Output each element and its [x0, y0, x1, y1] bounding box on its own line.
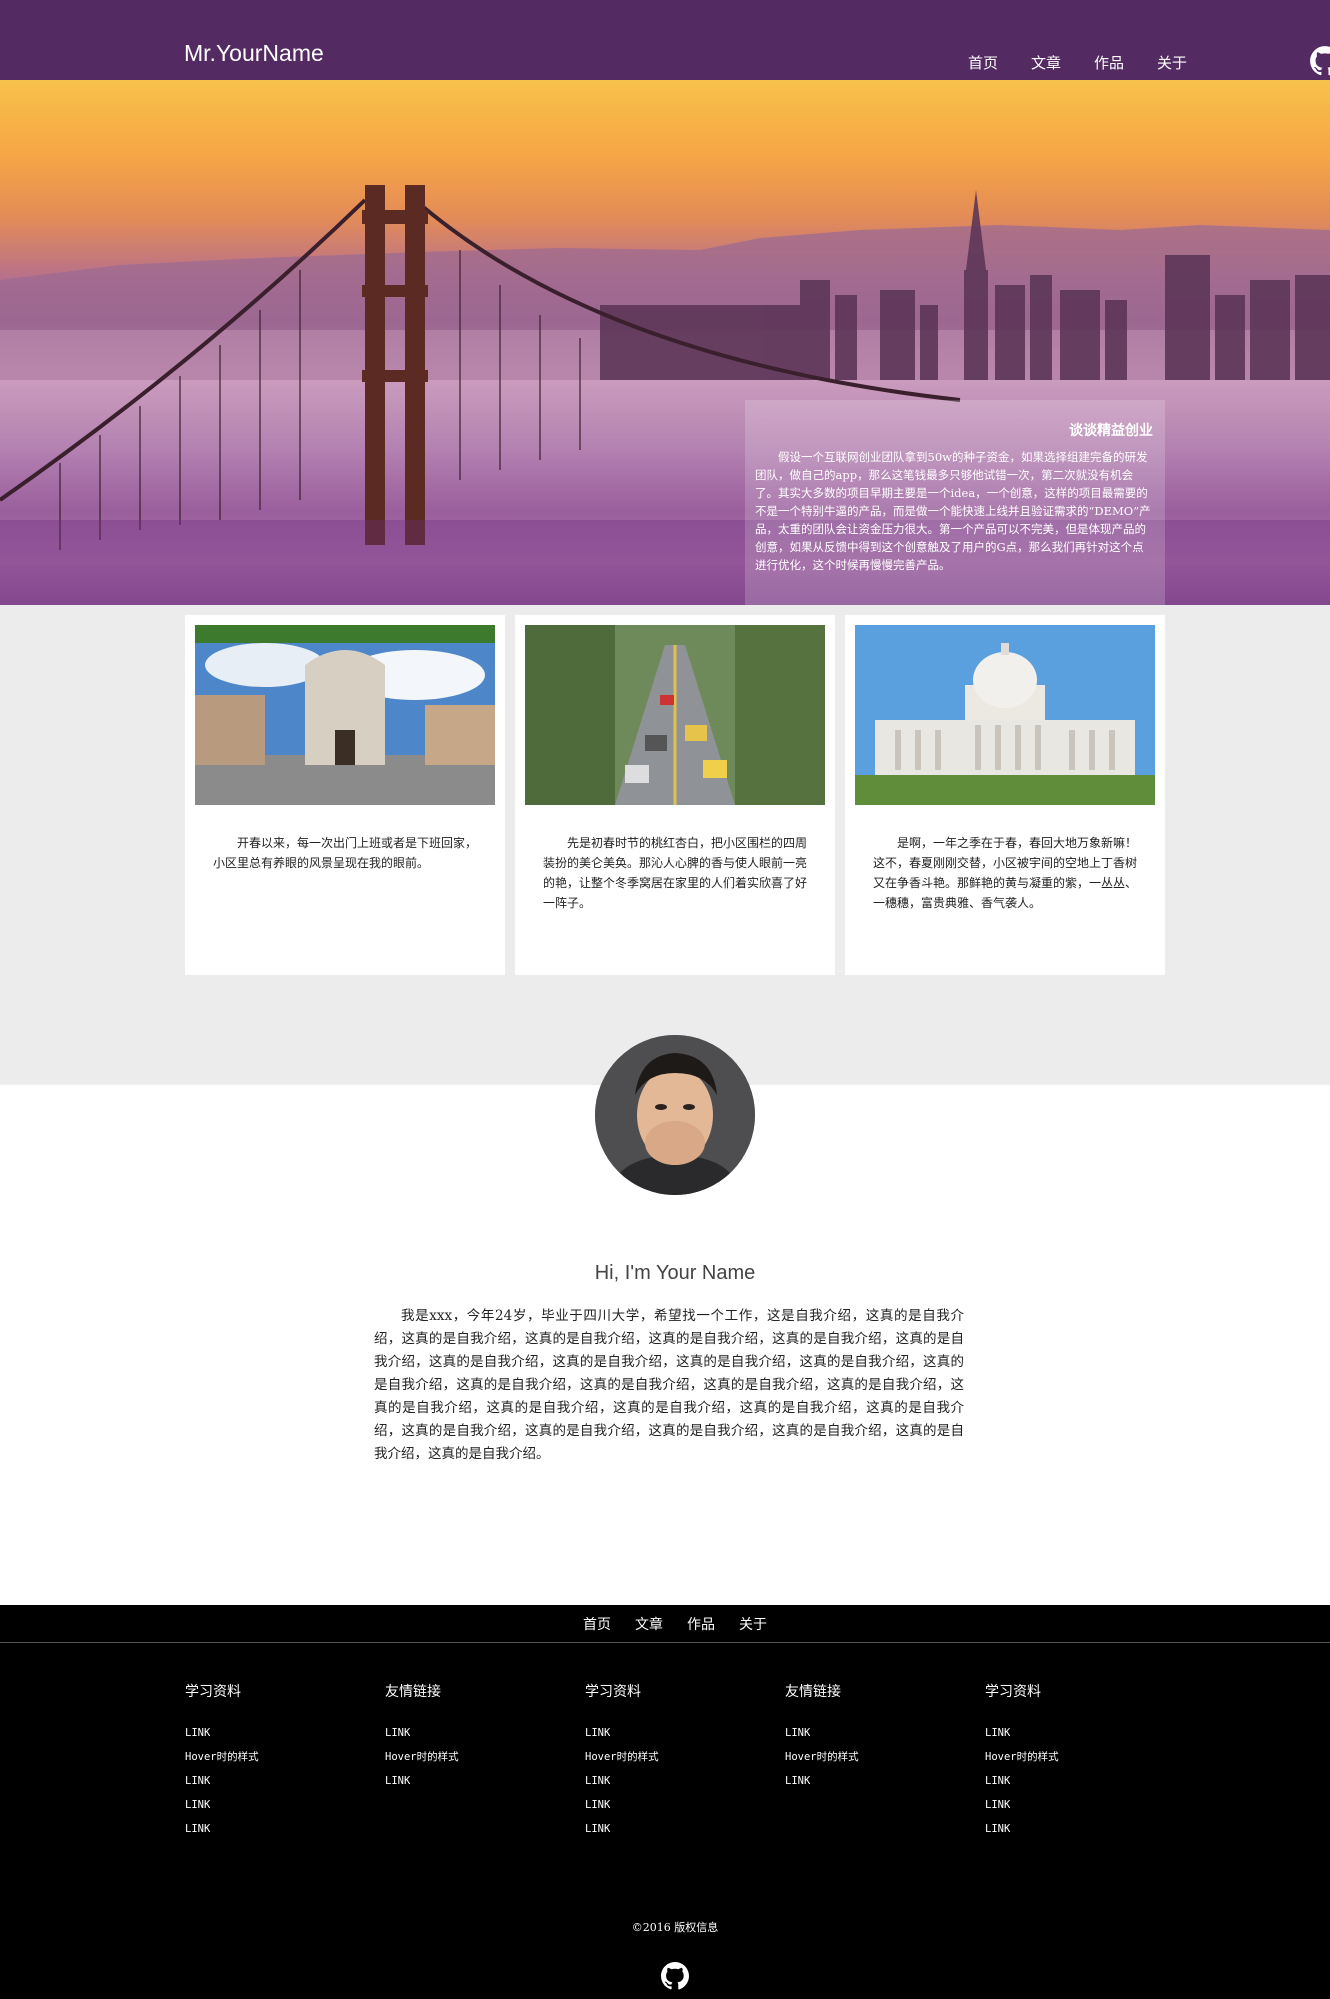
card-image-street — [525, 625, 825, 805]
nav-articles[interactable]: 文章 — [1031, 52, 1061, 73]
footer-link[interactable]: Hover时的样式 — [785, 1745, 935, 1769]
footer-column: 学习资料 LINK Hover时的样式 LINK LINK LINK — [985, 1681, 1135, 1841]
footer-link[interactable]: LINK — [985, 1769, 1135, 1793]
card-image-city-hall — [855, 625, 1155, 805]
footer-column-title: 友情链接 — [785, 1684, 841, 1700]
about-title: Hi, I'm Your Name — [594, 1262, 756, 1284]
feature-card[interactable]: 开春以来，每一次出门上班或者是下班回家，小区里总有养眼的风景呈现在我的眼前。 — [185, 615, 505, 975]
footer-link[interactable]: LINK — [585, 1793, 735, 1817]
footer-link[interactable]: LINK — [785, 1769, 935, 1793]
footer-nav: 首页 文章 作品 关于 — [0, 1605, 1330, 1643]
hero-card-text: 假设一个互联网创业团队拿到50w的种子资金，如果选择组建完备的研发团队，做自己的… — [755, 450, 1151, 572]
footer-link[interactable]: LINK — [585, 1817, 735, 1841]
footer-column: 学习资料 LINK Hover时的样式 LINK LINK LINK — [585, 1681, 735, 1841]
footer-link[interactable]: LINK — [785, 1721, 935, 1745]
footer-link[interactable]: LINK — [185, 1769, 335, 1793]
hero-article-card[interactable]: 谈谈精益创业 假设一个互联网创业团队拿到50w的种子资金，如果选择组建完备的研发… — [745, 400, 1165, 605]
footer-link[interactable]: LINK — [585, 1769, 735, 1793]
footer-link[interactable]: LINK — [185, 1721, 335, 1745]
footer-nav-works[interactable]: 作品 — [687, 1614, 715, 1634]
footer-nav-articles[interactable]: 文章 — [635, 1614, 663, 1634]
footer-link[interactable]: LINK — [985, 1817, 1135, 1841]
card-image-building — [195, 625, 495, 805]
footer-column: 友情链接 LINK Hover时的样式 LINK — [385, 1681, 535, 1793]
footer-nav-home[interactable]: 首页 — [583, 1614, 611, 1634]
copyright-text: ©2016 版权信息 — [631, 1921, 719, 1934]
card-text: 开春以来，每一次出门上班或者是下班回家，小区里总有养眼的风景呈现在我的眼前。 — [213, 836, 478, 870]
card-text: 先是初春时节的桃红杏白，把小区围栏的四周装扮的美仑美奂。那沁人心脾的香与使人眼前… — [543, 836, 808, 910]
footer-column: 友情链接 LINK Hover时的样式 LINK — [785, 1681, 935, 1793]
footer-nav-about[interactable]: 关于 — [739, 1614, 767, 1634]
footer-link[interactable]: Hover时的样式 — [585, 1745, 735, 1769]
card-text: 是啊，一年之季在于春，春回大地万象新嘛！这不，春夏刚刚交替，小区被宇间的空地上丁… — [873, 836, 1138, 910]
footer-link[interactable]: LINK — [185, 1817, 335, 1841]
site-header: Mr.YourName 首页 文章 作品 关于 — [0, 0, 1330, 80]
github-octocat-icon[interactable] — [659, 1960, 691, 1992]
footer-link[interactable]: LINK — [985, 1721, 1135, 1745]
about-text: 我是xxx，今年24岁，毕业于四川大学，希望找一个工作，这是自我介绍，这真的是自… — [374, 1308, 964, 1462]
footer-column-title: 学习资料 — [985, 1684, 1041, 1700]
feature-card[interactable]: 是啊，一年之季在于春，春回大地万象新嘛！这不，春夏刚刚交替，小区被宇间的空地上丁… — [845, 615, 1165, 975]
footer-column: 学习资料 LINK Hover时的样式 LINK LINK LINK — [185, 1681, 335, 1841]
nav-home[interactable]: 首页 — [968, 52, 998, 73]
footer-column-title: 友情链接 — [385, 1684, 441, 1700]
main-nav: 首页 文章 作品 关于 — [968, 52, 1187, 73]
footer-column-title: 学习资料 — [185, 1684, 241, 1700]
footer-column-title: 学习资料 — [585, 1684, 641, 1700]
footer-link[interactable]: Hover时的样式 — [185, 1745, 335, 1769]
nav-about[interactable]: 关于 — [1157, 52, 1187, 73]
hero-banner: 谈谈精益创业 假设一个互联网创业团队拿到50w的种子资金，如果选择组建完备的研发… — [0, 80, 1330, 605]
footer-link[interactable]: LINK — [385, 1721, 535, 1745]
footer-link[interactable]: Hover时的样式 — [985, 1745, 1135, 1769]
footer-link[interactable]: LINK — [985, 1793, 1135, 1817]
nav-works[interactable]: 作品 — [1094, 52, 1124, 73]
feature-card[interactable]: 先是初春时节的桃红杏白，把小区围栏的四周装扮的美仑美奂。那沁人心脾的香与使人眼前… — [515, 615, 835, 975]
profile-avatar — [595, 1035, 755, 1195]
footer-link[interactable]: LINK — [185, 1793, 335, 1817]
site-footer: 首页 文章 作品 关于 学习资料 LINK Hover时的样式 LINK LIN… — [0, 1605, 1330, 1999]
featured-section: 开春以来，每一次出门上班或者是下班回家，小区里总有养眼的风景呈现在我的眼前。 先… — [0, 605, 1330, 1085]
footer-link[interactable]: Hover时的样式 — [385, 1745, 535, 1769]
hero-card-title: 谈谈精益创业 — [1069, 423, 1153, 439]
footer-link[interactable]: LINK — [385, 1769, 535, 1793]
footer-link[interactable]: LINK — [585, 1721, 735, 1745]
github-octocat-icon[interactable] — [1308, 44, 1330, 78]
site-brand[interactable]: Mr.YourName — [184, 40, 324, 67]
